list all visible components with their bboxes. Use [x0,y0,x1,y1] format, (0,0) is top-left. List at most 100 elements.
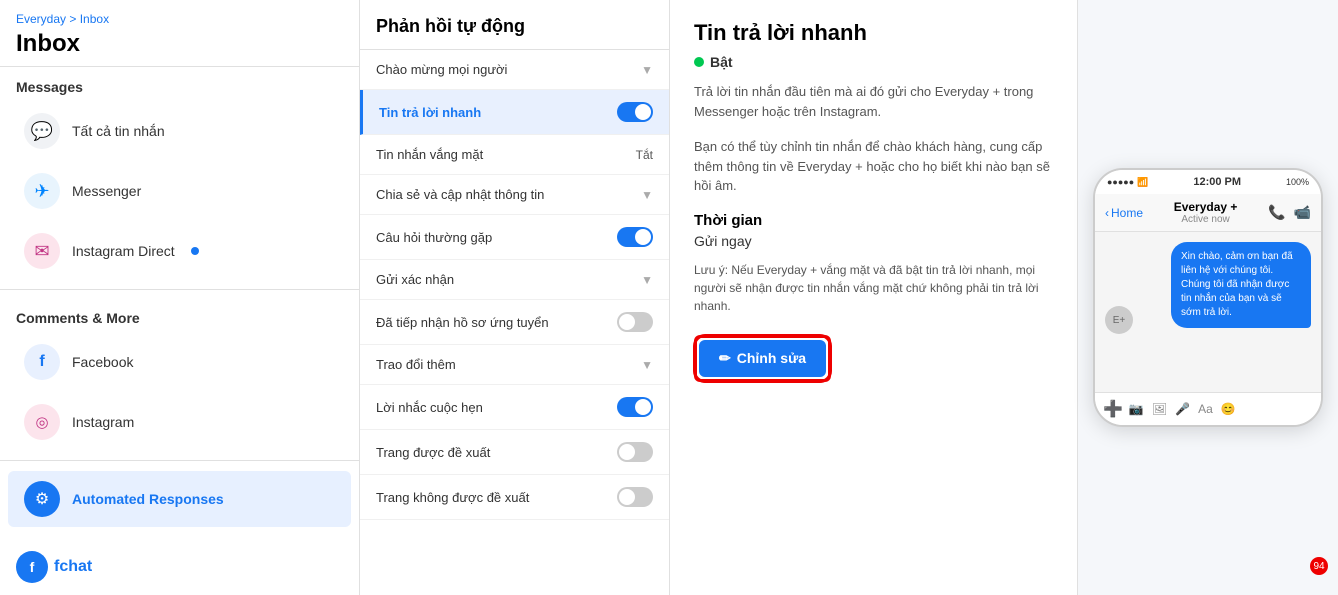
phone-call-icon[interactable]: 📞 [1268,204,1285,221]
response-label: Tin trả lời nhanh [379,105,481,120]
image-icon[interactable]: 🖼 [1152,402,1167,416]
sidebar-item-label: Facebook [72,354,133,370]
sidebar-item-label: Automated Responses [72,491,224,507]
phone-video-icon[interactable]: 📹 [1294,204,1311,221]
response-item-gui-xac-nhan[interactable]: Gửi xác nhận ▼ [360,260,669,300]
response-item-left: Tin trả lời nhanh [379,105,481,120]
response-item-left: Chào mừng mọi người [376,62,507,77]
signal-area: ●●●●● 📶 [1107,177,1148,188]
sidebar-item-messenger[interactable]: ✈ Messenger [8,163,351,219]
sidebar: Everyday > Inbox Inbox Messages 💬 Tất cả… [0,0,360,595]
response-label: Chào mừng mọi người [376,62,507,77]
response-label: Lời nhắc cuộc hẹn [376,400,483,415]
comments-section-label: Comments & More [0,298,359,332]
response-item-left: Câu hỏi thường gặp [376,230,492,245]
messages-section-label: Messages [0,67,359,101]
phone-time: 12:00 PM [1193,176,1241,188]
response-item-left: Trang được đề xuất [376,445,490,460]
response-label: Câu hỏi thường gặp [376,230,492,245]
response-item-cau-hoi[interactable]: Câu hỏi thường gặp [360,215,669,260]
tin-tra-loi-nhanh-toggle[interactable] [617,102,653,122]
add-icon[interactable]: ➕ [1103,399,1123,419]
phone-status-bar: ●●●●● 📶 12:00 PM 100% [1095,170,1321,194]
response-label: Tin nhắn vắng mặt [376,147,483,162]
response-label: Chia sẻ và cập nhật thông tin [376,187,544,202]
loi-nhac-toggle[interactable] [617,397,653,417]
divider-2 [0,460,359,461]
response-item-left: Chia sẻ và cập nhật thông tin [376,187,544,202]
response-item-trang-de-xuat[interactable]: Trang được đề xuất [360,430,669,475]
fchat-text: fchat [54,558,92,576]
phone-contact-name: Everyday + [1174,200,1238,214]
mic-icon[interactable]: 🎤 [1175,402,1190,416]
detail-time-value: Gửi ngay [694,233,1053,249]
avatar: E+ [1105,306,1133,334]
trang-de-xuat-toggle[interactable] [617,442,653,462]
response-item-left: Tin nhắn vắng mặt [376,147,483,162]
sidebar-item-instagram[interactable]: ◎ Instagram [8,394,351,450]
response-label: Trang được đề xuất [376,445,490,460]
keyboard-aa-icon[interactable]: Aa [1198,402,1213,416]
response-item-tin-nhan-vang-mat[interactable]: Tin nhắn vắng mặt Tắt [360,135,669,175]
phone-back-label: Home [1111,206,1143,220]
da-tiep-nhan-toggle[interactable] [617,312,653,332]
sidebar-item-instagram-direct[interactable]: ✉ Instagram Direct [8,223,351,279]
response-item-chia-se[interactable]: Chia sẻ và cập nhật thông tin ▼ [360,175,669,215]
facebook-icon: f [24,344,60,380]
response-item-da-tiep-nhan[interactable]: Đã tiếp nhận hồ sơ ứng tuyển [360,300,669,345]
response-item-tin-tra-loi-nhanh[interactable]: Tin trả lời nhanh [360,90,669,135]
response-item-left: Gửi xác nhận [376,272,454,287]
chevron-down-icon: ▼ [641,188,653,202]
edit-button-wrapper: ✏ Chỉnh sửa [694,335,831,382]
phone-contact-info: Everyday + Active now [1174,200,1238,225]
phone-mock: ●●●●● 📶 12:00 PM 100% ‹ Home Everyday + … [1093,168,1323,427]
status-row: Bật [694,54,1053,70]
response-item-trang-khong-de-xuat[interactable]: Trang không được đề xuất [360,475,669,520]
notification-count: 94 [1313,561,1324,572]
chevron-down-icon: ▼ [641,273,653,287]
emoji-icon[interactable]: 😊 [1221,402,1236,416]
response-item-chao-mung[interactable]: Chào mừng mọi người ▼ [360,50,669,90]
status-on-label: Bật [710,54,733,70]
phone-input-bar: ➕ 📷 🖼 🎤 Aa 😊 [1095,392,1321,425]
divider-1 [0,289,359,290]
middle-panel: Phản hồi tự động Chào mừng mọi người ▼ T… [360,0,670,595]
response-item-left: Đã tiếp nhận hồ sơ ứng tuyển [376,315,549,330]
response-label: Trao đổi thêm [376,357,456,372]
middle-panel-title: Phản hồi tự động [376,16,653,37]
fchat-icon: f [16,551,48,583]
detail-title: Tin trả lời nhanh [694,20,1053,46]
fchat-logo-area: f fchat [0,543,359,595]
phone-back-button[interactable]: ‹ Home [1105,206,1143,220]
wifi-icon: 📶 [1137,177,1148,188]
instagram-icon: ◎ [24,404,60,440]
phone-preview-panel: ●●●●● 📶 12:00 PM 100% ‹ Home Everyday + … [1078,0,1338,595]
breadcrumb-separator: > [69,12,79,26]
breadcrumb: Everyday > Inbox [16,12,343,26]
notification-badge-area: 94 [1310,557,1328,575]
sidebar-item-label: Instagram Direct [72,243,175,259]
sidebar-header: Everyday > Inbox Inbox [0,0,359,67]
edit-icon: ✏ [719,350,731,367]
response-item-trao-doi-them[interactable]: Trao đổi thêm ▼ [360,345,669,385]
cau-hoi-toggle[interactable] [617,227,653,247]
instagram-direct-icon: ✉ [24,233,60,269]
page-title: Inbox [16,30,343,58]
phone-contact-status: Active now [1174,214,1238,225]
status-text: Tắt [636,148,653,162]
sidebar-item-all-messages[interactable]: 💬 Tất cả tin nhắn [8,103,351,159]
trang-khong-de-xuat-toggle[interactable] [617,487,653,507]
sidebar-item-label: Instagram [72,414,134,430]
breadcrumb-parent: Everyday [16,12,66,26]
phone-input-icons: 📷 🖼 🎤 Aa 😊 [1129,402,1236,416]
edit-button[interactable]: ✏ Chỉnh sửa [699,340,826,377]
signal-dots: ●●●●● [1107,177,1134,187]
sidebar-item-automated-responses[interactable]: ⚙ Automated Responses [8,471,351,527]
message-row: E+ Xin chào, cảm ơn bạn đã liên hệ với c… [1105,242,1311,334]
detail-time-section: Thời gian [694,212,1053,229]
sidebar-item-facebook[interactable]: f Facebook [8,334,351,390]
response-item-left: Trao đổi thêm [376,357,456,372]
camera-icon[interactable]: 📷 [1129,402,1144,416]
detail-description-1: Trả lời tin nhắn đầu tiên mà ai đó gửi c… [694,82,1053,121]
response-item-loi-nhac[interactable]: Lời nhắc cuộc hẹn [360,385,669,430]
